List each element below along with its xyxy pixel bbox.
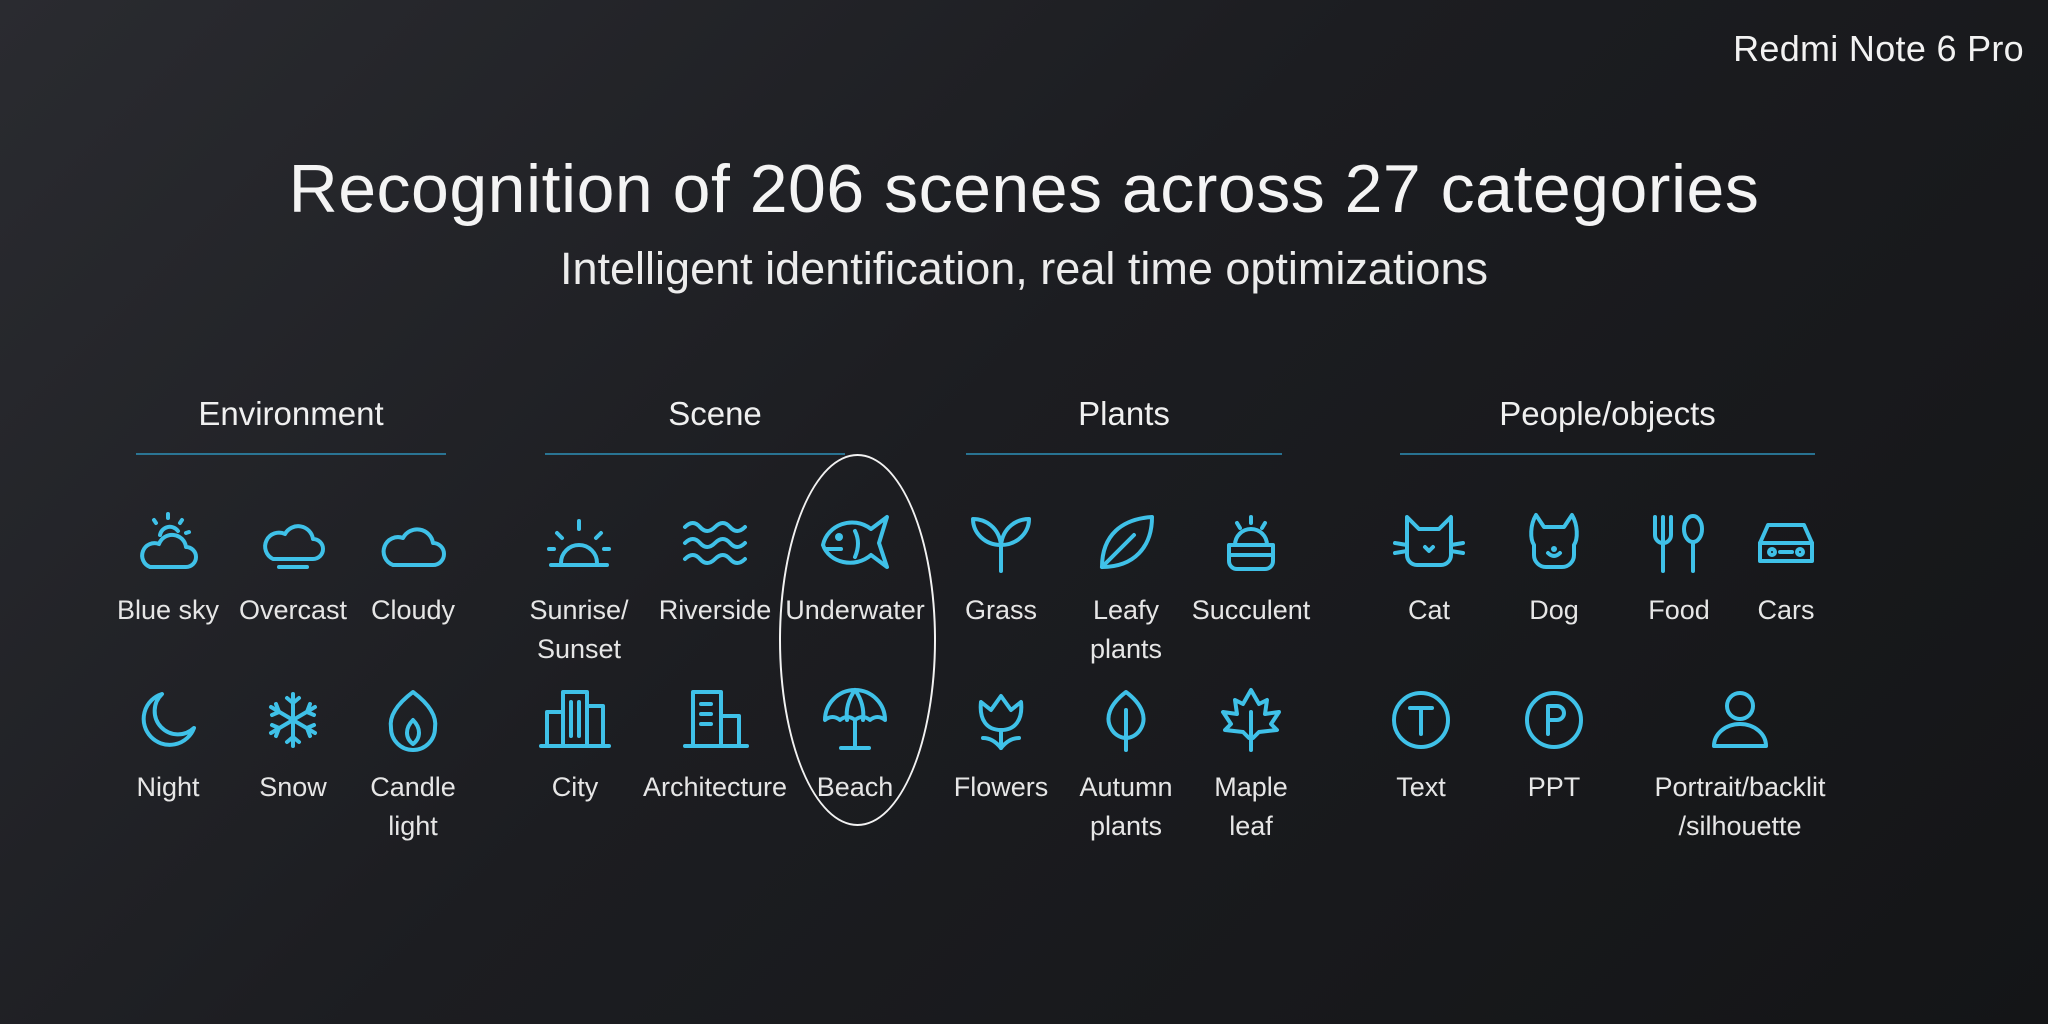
dog-icon <box>1529 513 1579 569</box>
scene-item-label: City <box>551 772 599 802</box>
divider <box>136 453 446 455</box>
scene-item-ppt: PPT <box>1479 682 1629 807</box>
scene-item-label: Cloudy <box>370 595 456 625</box>
page-subtitle: Intelligent identification, real time op… <box>560 243 1488 294</box>
buildings-icon <box>539 690 611 748</box>
building-icon <box>683 690 749 748</box>
sun-cloud-icon <box>140 512 198 569</box>
scene-item-portrait: Portrait/backlit/silhouette <box>1640 682 1840 846</box>
scene-item-label: Architecture <box>642 772 788 802</box>
scene-item-text: Text <box>1346 682 1496 807</box>
page-title: Recognition of 206 scenes across 27 cate… <box>288 151 1760 227</box>
car-icon <box>1758 523 1814 563</box>
fork-spoon-icon <box>1653 514 1704 573</box>
divider <box>1400 453 1815 455</box>
category-environment: Environment <box>198 395 384 432</box>
scene-item-city: City <box>500 682 650 807</box>
flame-icon <box>388 690 438 752</box>
scene-item-label: Riverside <box>658 595 772 625</box>
overcast-icon <box>263 524 325 569</box>
text-circle-icon <box>1392 691 1450 749</box>
scene-item-label: Sunrise/Sunset <box>529 595 629 664</box>
highlight-ellipse <box>779 454 936 826</box>
scene-item-label: Succulent <box>1191 595 1311 625</box>
waves-icon <box>683 521 747 565</box>
tulip-icon <box>978 694 1024 750</box>
scene-item-label: Text <box>1396 772 1446 802</box>
sunrise-icon <box>547 519 611 567</box>
scene-item-succulent: Succulent <box>1176 505 1326 630</box>
scene-item-label: Cars <box>1757 595 1815 625</box>
person-icon <box>1712 691 1768 748</box>
snowflake-icon <box>269 692 317 748</box>
scene-item-candle-light: Candle light <box>338 682 488 846</box>
succulent-icon <box>1227 515 1275 571</box>
scene-item-cloudy: Cloudy <box>338 505 488 630</box>
scene-item-label: Maple leaf <box>1214 772 1288 841</box>
scene-item-label: Candle light <box>370 772 456 841</box>
divider <box>966 453 1282 455</box>
tree-leaf-icon <box>1106 690 1146 752</box>
category-people-objects: People/objects <box>1499 395 1716 432</box>
scene-item-cars: Cars <box>1711 505 1861 630</box>
moon-icon <box>141 692 196 747</box>
scene-item-architecture: Architecture <box>640 682 790 807</box>
divider <box>545 453 845 455</box>
cloud-icon <box>381 527 446 567</box>
cat-icon <box>1393 515 1465 567</box>
brand-label: Redmi Note 6 Pro <box>1733 28 2024 69</box>
maple-leaf-icon <box>1221 688 1281 752</box>
scene-item-riverside: Riverside <box>640 505 790 630</box>
scene-item-label: PPT <box>1527 772 1581 802</box>
leaf-icon <box>1100 515 1154 569</box>
scene-item-label: Portrait/backlit/silhouette <box>1654 772 1826 841</box>
sprout-icon <box>971 517 1031 573</box>
scene-item-sunrise-sunset: Sunrise/Sunset <box>504 505 654 669</box>
scene-item-maple-leaf: Maple leaf <box>1176 682 1326 846</box>
category-scene: Scene <box>668 395 762 432</box>
ppt-circle-icon <box>1525 691 1583 749</box>
category-plants: Plants <box>1078 395 1170 432</box>
